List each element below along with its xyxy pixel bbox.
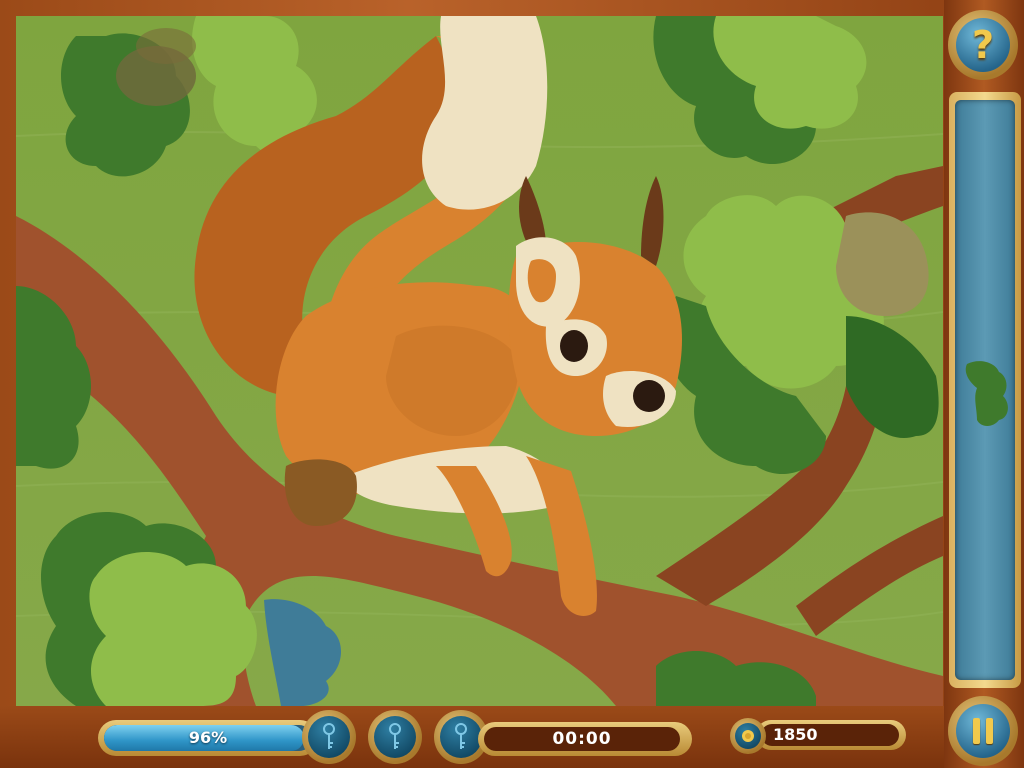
score-panel: 1850 [730,716,908,756]
puzzle-board[interactable] [16,16,943,706]
piece-tray[interactable] [949,92,1021,688]
hint-key-button-2[interactable] [368,710,422,764]
timer-value: 00:00 [484,727,680,751]
squirrel-nose [633,380,665,412]
leaf-cluster-right [665,195,939,475]
timer: 00:00 [478,722,692,756]
squirrel-eye [560,330,588,362]
pause-button[interactable] [948,696,1018,766]
hint-key-button-1[interactable] [302,710,356,764]
coin-icon [730,718,766,754]
piece-tray-slot [955,100,1015,680]
question-mark-icon: ? [956,18,1010,72]
help-button[interactable]: ? [948,10,1018,80]
key-icon [374,716,416,758]
key-icon [308,716,350,758]
puzzle-image [16,16,943,706]
tray-leaf-piece[interactable] [963,358,1011,428]
progress-bar: 96% [98,720,318,756]
pause-icon [956,704,1010,758]
progress-label: 96% [188,728,228,747]
key-icon [440,716,482,758]
score-value: 1850 [761,724,899,746]
